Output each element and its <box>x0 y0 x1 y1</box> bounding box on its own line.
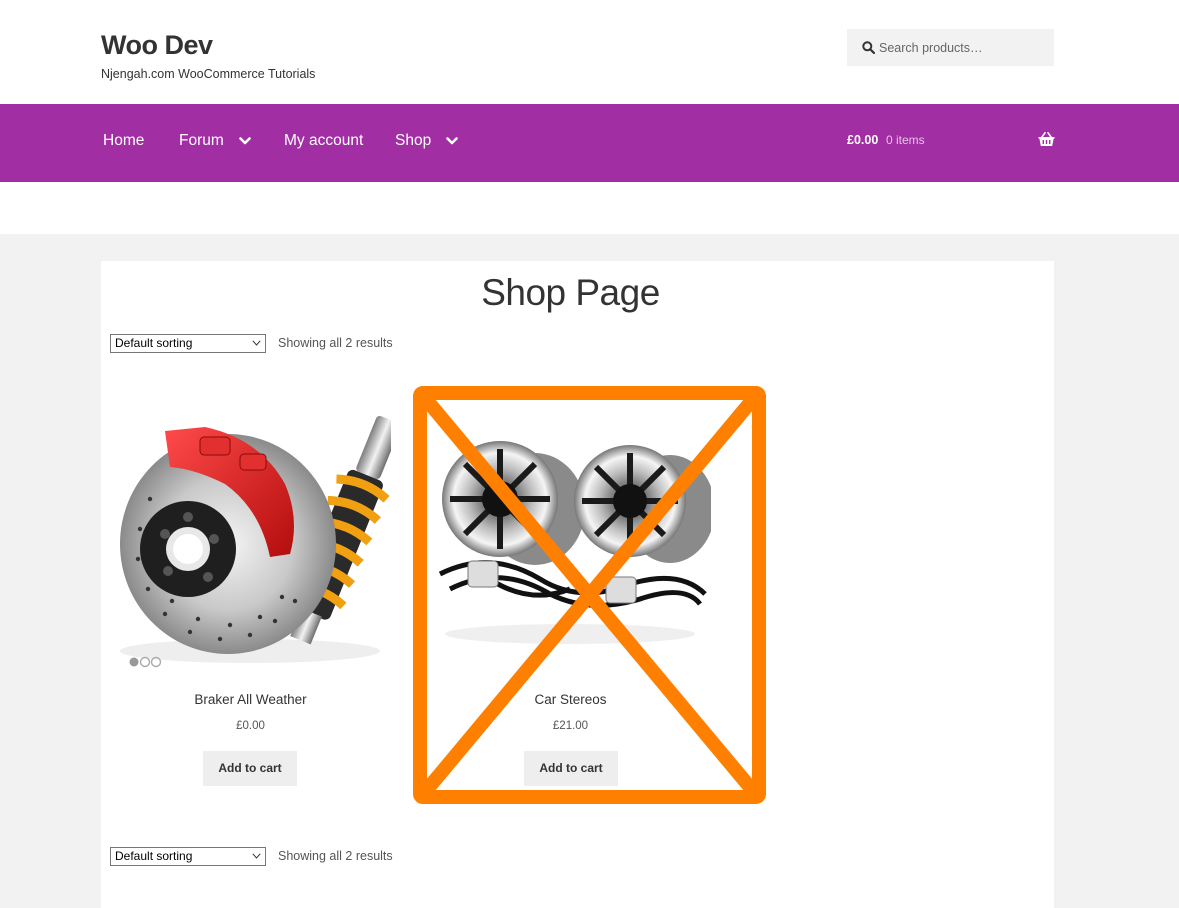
nav-item-shop[interactable]: Shop <box>395 132 459 150</box>
cart-item-count[interactable]: 0 items <box>886 133 925 147</box>
cart-amount[interactable]: £0.00 <box>847 133 878 147</box>
nav-item-label: My account <box>284 132 364 149</box>
site-title[interactable]: Woo Dev <box>101 30 213 61</box>
add-to-cart-button[interactable]: Add to cart <box>524 751 618 786</box>
chevron-down-icon <box>252 340 261 346</box>
chevron-down-icon[interactable] <box>238 137 251 145</box>
sorting-select-value: Default sorting <box>115 849 193 863</box>
result-count-bottom: Showing all 2 results <box>278 849 393 863</box>
add-to-cart-button[interactable]: Add to cart <box>203 751 297 786</box>
nav-item-label: Forum <box>179 132 224 149</box>
brake-disc-image <box>110 389 391 670</box>
product-price: £0.00 <box>236 720 265 732</box>
sorting-select[interactable]: Default sorting <box>110 334 266 353</box>
sorting-select-value: Default sorting <box>115 336 193 350</box>
product-price: £21.00 <box>552 720 589 732</box>
nav-item-my-account[interactable]: My account <box>284 132 363 150</box>
product-image[interactable] <box>110 389 391 670</box>
nav-item-label: Home <box>103 132 145 149</box>
chevron-down-icon <box>252 853 261 859</box>
site-description: Njengah.com WooCommerce Tutorials <box>101 67 316 81</box>
page-title: Shop Page <box>481 272 660 313</box>
nav-item-forum[interactable]: Forum <box>179 132 251 150</box>
product-title[interactable]: Car Stereos <box>430 692 711 707</box>
site-header: Woo Dev Njengah.com WooCommerce Tutorial… <box>0 0 1179 104</box>
product-image[interactable] <box>430 389 711 670</box>
nav-item-home[interactable]: Home <box>103 132 144 150</box>
chevron-down-icon[interactable] <box>446 137 459 145</box>
car-speakers-image <box>430 389 711 670</box>
basket-icon[interactable] <box>1038 132 1055 147</box>
result-count: Showing all 2 results <box>278 336 393 350</box>
sorting-select-bottom[interactable]: Default sorting <box>110 847 266 866</box>
nav-item-label: Shop <box>395 132 432 149</box>
product-title[interactable]: Braker All Weather <box>110 692 391 707</box>
search-box[interactable] <box>847 29 1054 66</box>
search-input[interactable] <box>879 29 1049 66</box>
search-icon <box>862 41 875 54</box>
primary-navigation: Home Forum My account Shop £0.00 0 items <box>0 104 1179 182</box>
